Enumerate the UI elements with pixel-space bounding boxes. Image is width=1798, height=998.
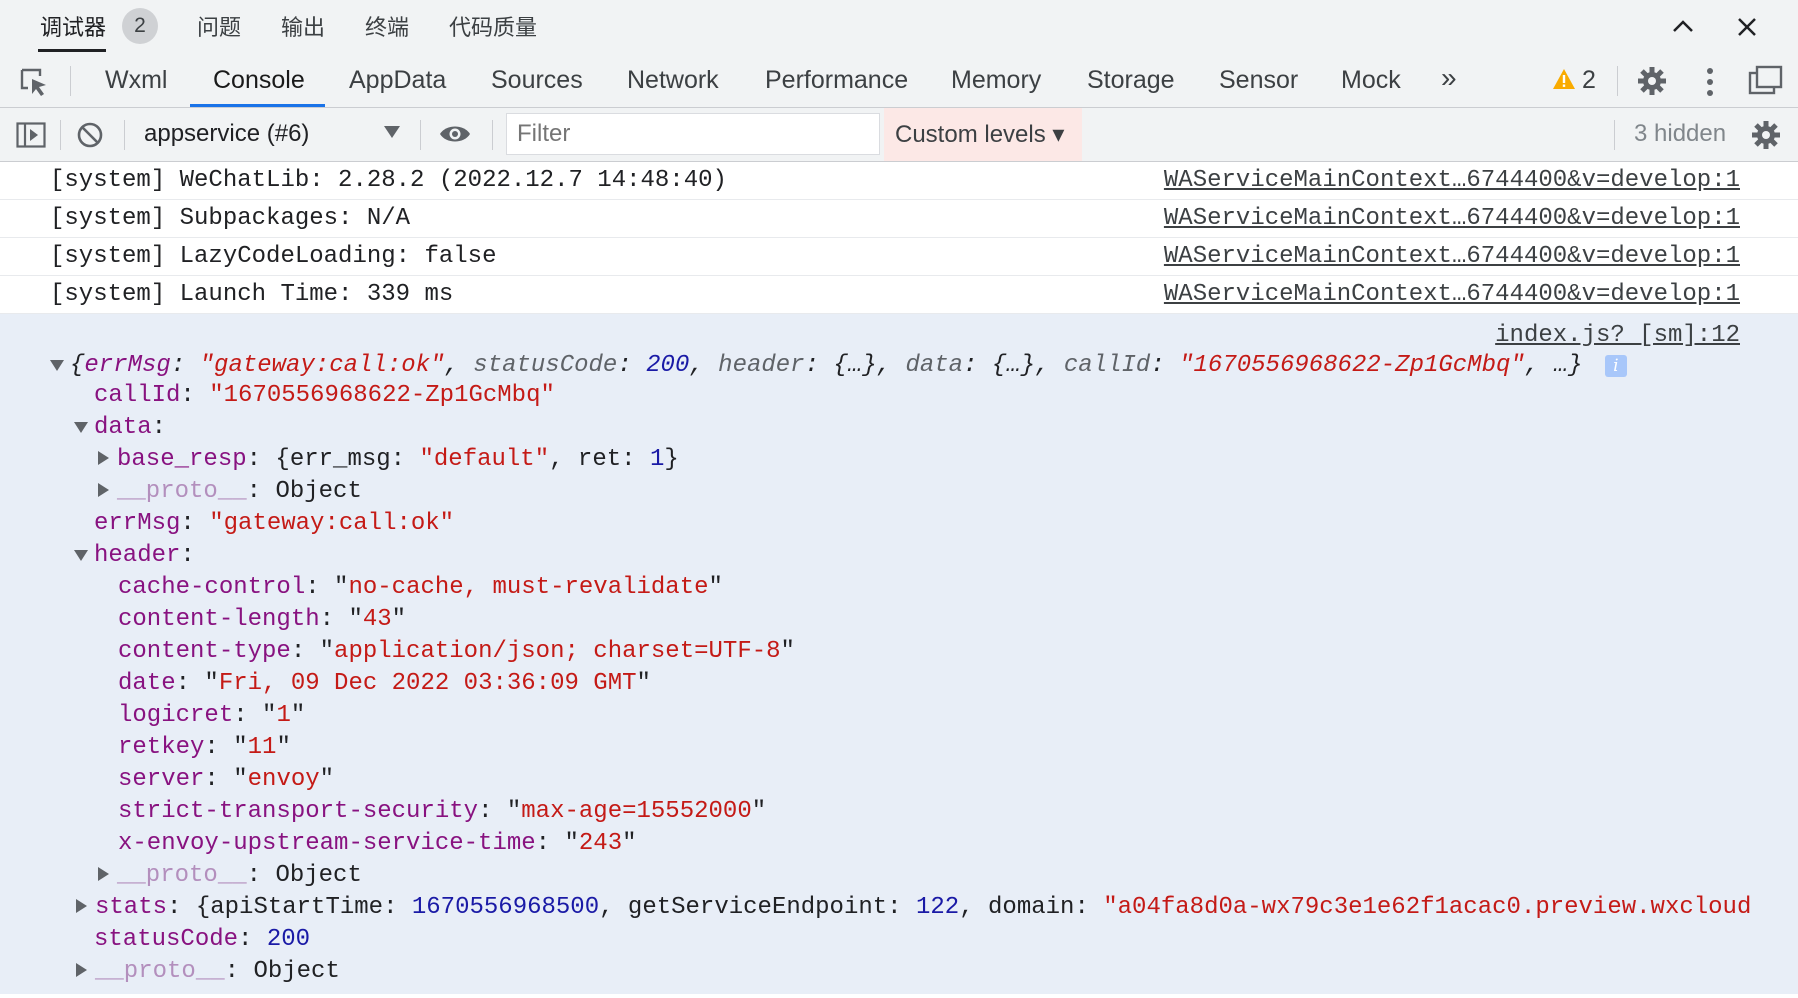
devtools-tab-bar: Wxml Console AppData Sources Network Per…: [0, 54, 1798, 108]
collapse-triangle-icon[interactable]: [50, 360, 64, 371]
info-icon[interactable]: i: [1604, 355, 1627, 377]
log-message: [system] LazyCodeLoading: false: [50, 243, 497, 270]
clear-console-icon[interactable]: [76, 121, 104, 149]
property-row-proto[interactable]: __proto__: Object: [98, 478, 362, 505]
header-row: retkey: "11": [118, 734, 291, 761]
tab-debugger[interactable]: 调试器: [40, 10, 106, 42]
tab-memory[interactable]: Memory: [951, 66, 1041, 95]
context-selector[interactable]: appservice (#6): [144, 120, 309, 148]
kebab-menu-icon[interactable]: [1702, 66, 1718, 98]
divider: [492, 120, 493, 150]
tab-console[interactable]: Console: [213, 66, 305, 95]
property-row: callId: "1670556968622-Zp1GcMbq": [94, 382, 555, 409]
tab-storage[interactable]: Storage: [1087, 66, 1175, 95]
log-row: [system] Subpackages: N/A WAServiceMainC…: [0, 200, 1798, 238]
object-summary[interactable]: {errMsg: "gateway:call:ok", statusCode: …: [50, 352, 1627, 379]
expand-triangle-icon[interactable]: [98, 451, 109, 465]
property-row-proto[interactable]: __proto__: Object: [98, 862, 362, 889]
header-row: content-type: "application/json; charset…: [118, 638, 795, 665]
log-levels-label: Custom levels ▾: [895, 121, 1065, 148]
element-picker-icon[interactable]: [18, 66, 50, 98]
log-levels-dropdown[interactable]: Custom levels ▾: [884, 108, 1082, 161]
collapse-triangle-icon[interactable]: [74, 550, 88, 561]
tab-appdata[interactable]: AppData: [349, 66, 446, 95]
divider: [420, 120, 421, 150]
property-row: statusCode: 200: [94, 926, 311, 953]
tab-sources[interactable]: Sources: [491, 66, 583, 95]
tab-mock[interactable]: Mock: [1341, 66, 1401, 95]
header-row: x-envoy-upstream-service-time: "243": [118, 830, 637, 857]
chevron-down-icon[interactable]: [384, 126, 400, 138]
expand-triangle-icon[interactable]: [76, 963, 87, 977]
tab-sensor[interactable]: Sensor: [1219, 66, 1298, 95]
log-row: [system] Launch Time: 339 ms WAServiceMa…: [0, 276, 1798, 314]
tab-code-quality[interactable]: 代码质量: [449, 10, 537, 42]
header-row: strict-transport-security: "max-age=1555…: [118, 798, 767, 825]
property-row-base-resp[interactable]: base_resp: {err_msg: "default", ret: 1}: [98, 446, 679, 473]
object-log-entry: index.js? [sm]:12 {errMsg: "gateway:call…: [0, 314, 1798, 994]
header-row: cache-control: "no-cache, must-revalidat…: [118, 574, 723, 601]
divider: [60, 120, 61, 150]
log-row: [system] LazyCodeLoading: false WAServic…: [0, 238, 1798, 276]
debugger-badge: 2: [122, 8, 158, 44]
property-row-stats[interactable]: stats: {apiStartTime: 1670556968500, get…: [76, 894, 1752, 921]
tab-performance[interactable]: Performance: [765, 66, 908, 95]
log-message: [system] Subpackages: N/A: [50, 205, 411, 232]
expand-triangle-icon[interactable]: [76, 899, 87, 913]
log-message: [system] WeChatLib: 2.28.2 (2022.12.7 14…: [50, 167, 727, 194]
debugger-tab-bar: 调试器 2 问题 输出 终端 代码质量: [0, 0, 1798, 54]
active-tab-indicator: [190, 104, 325, 107]
divider: [70, 66, 71, 96]
tab-wxml[interactable]: Wxml: [105, 66, 167, 95]
log-row: [system] WeChatLib: 2.28.2 (2022.12.7 14…: [0, 162, 1798, 200]
console-toolbar: appservice (#6) Custom levels ▾ 3 hidden: [0, 108, 1798, 162]
log-source-link[interactable]: WAServiceMainContext…6744400&v=develop:1: [1164, 243, 1740, 270]
warning-icon[interactable]: [1552, 68, 1576, 90]
log-message: [system] Launch Time: 339 ms: [50, 281, 454, 308]
undock-icon[interactable]: [1748, 65, 1784, 97]
property-row: errMsg: "gateway:call:ok": [94, 510, 455, 537]
close-icon[interactable]: [1732, 12, 1762, 42]
collapse-triangle-icon[interactable]: [74, 422, 88, 433]
gear-icon[interactable]: [1750, 119, 1782, 151]
warning-count[interactable]: 2: [1582, 66, 1596, 95]
expand-triangle-icon[interactable]: [98, 483, 109, 497]
divider: [124, 120, 125, 150]
tab-issues[interactable]: 问题: [197, 10, 241, 42]
expand-triangle-icon[interactable]: [98, 867, 109, 881]
header-row: content-length: "43": [118, 606, 407, 633]
tab-terminal[interactable]: 终端: [365, 10, 409, 42]
header-row: date: "Fri, 09 Dec 2022 03:36:09 GMT": [118, 670, 651, 697]
more-tabs-button[interactable]: »: [1441, 62, 1457, 94]
divider: [1617, 66, 1618, 96]
log-source-link[interactable]: WAServiceMainContext…6744400&v=develop:1: [1164, 281, 1740, 308]
sidebar-toggle-icon[interactable]: [16, 122, 46, 148]
property-row-proto[interactable]: __proto__: Object: [76, 958, 340, 985]
log-source-link[interactable]: WAServiceMainContext…6744400&v=develop:1: [1164, 205, 1740, 232]
filter-input[interactable]: [506, 113, 880, 155]
tab-output[interactable]: 输出: [281, 10, 325, 42]
header-row: logicret: "1": [118, 702, 306, 729]
tab-network[interactable]: Network: [627, 66, 719, 95]
log-source-link[interactable]: index.js? [sm]:12: [1495, 322, 1740, 349]
gear-icon[interactable]: [1636, 65, 1668, 97]
log-source-link[interactable]: WAServiceMainContext…6744400&v=develop:1: [1164, 167, 1740, 194]
header-row: server: "envoy": [118, 766, 335, 793]
property-row-header[interactable]: header:: [74, 542, 195, 569]
active-tab-indicator: [38, 49, 106, 52]
chevron-up-icon[interactable]: [1668, 12, 1698, 42]
divider: [1614, 120, 1615, 150]
property-row-data[interactable]: data:: [74, 414, 166, 441]
eye-icon[interactable]: [438, 123, 472, 145]
hidden-count: 3 hidden: [1634, 120, 1727, 147]
